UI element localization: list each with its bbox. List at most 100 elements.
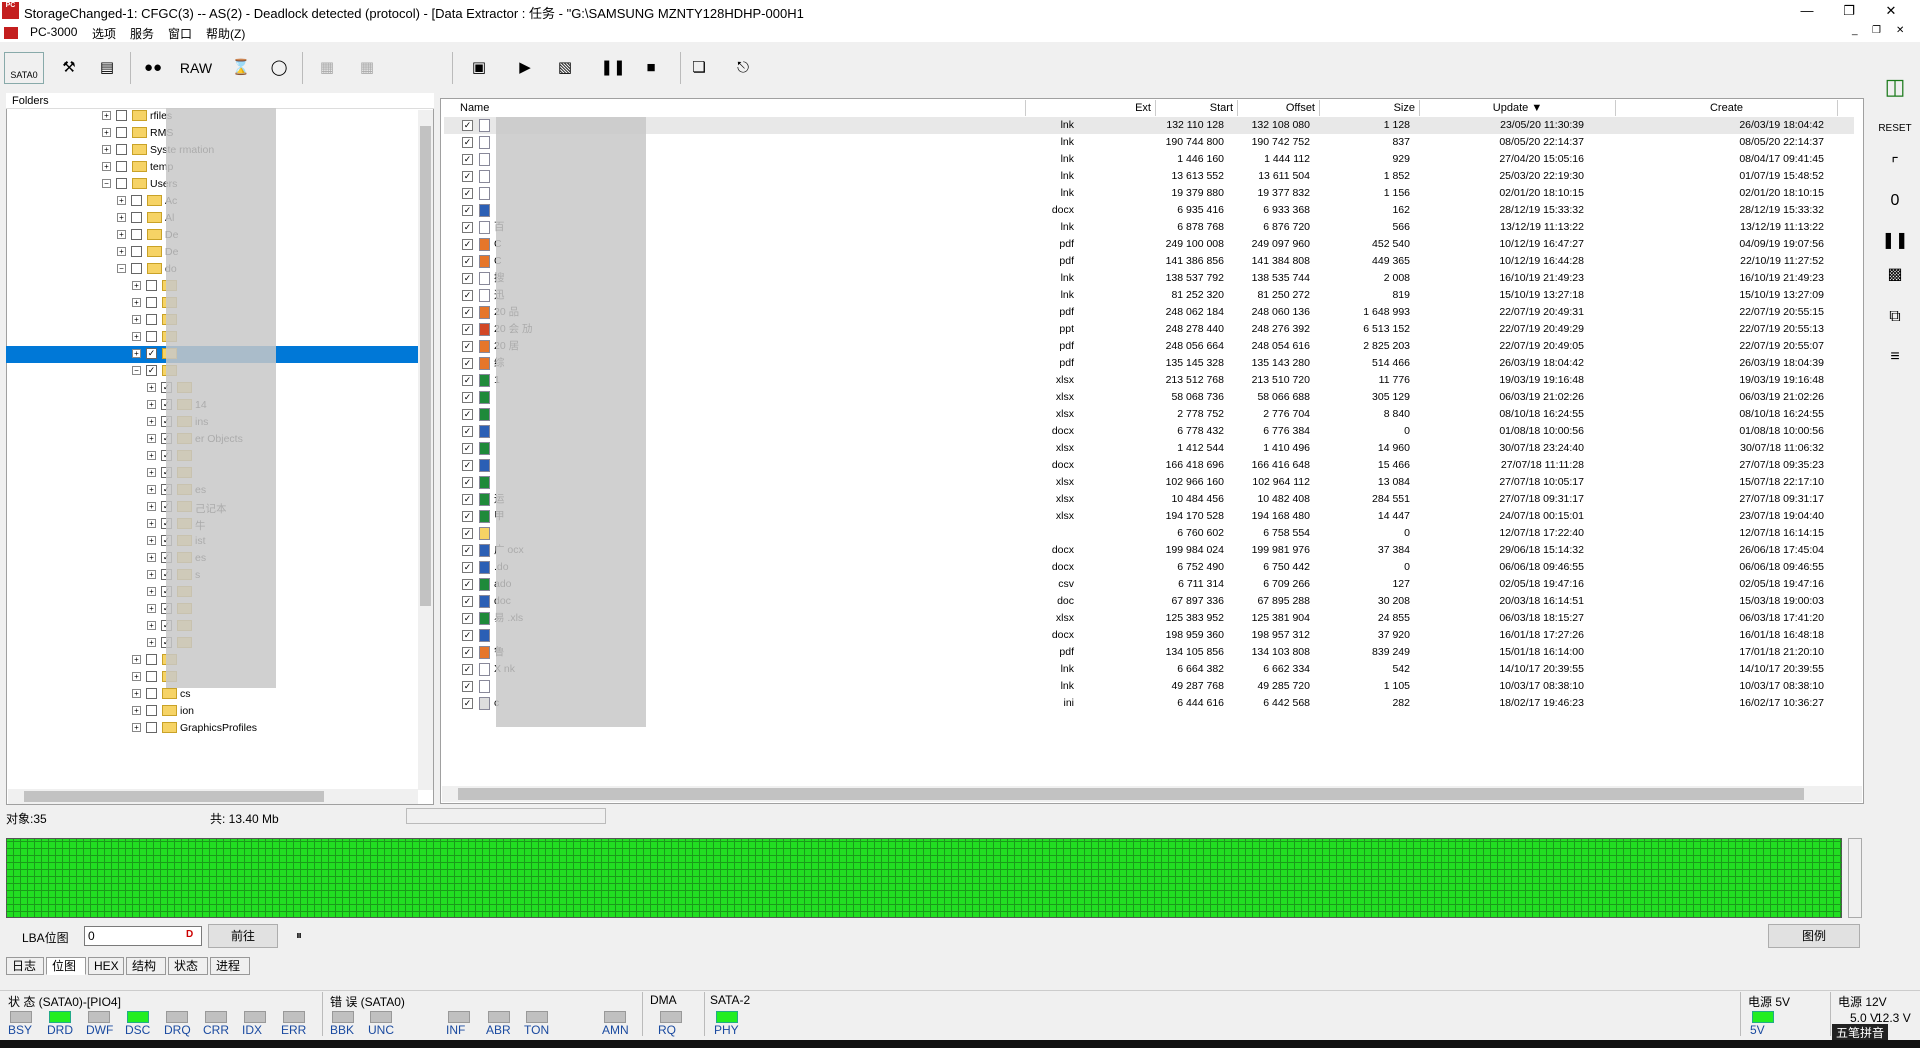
expand-icon[interactable]: + <box>117 213 126 222</box>
expand-icon[interactable]: + <box>117 196 126 205</box>
expand-icon[interactable]: + <box>147 417 156 426</box>
tab-1[interactable]: 位图 <box>46 957 86 975</box>
expand-icon[interactable]: + <box>147 519 156 528</box>
file-checkbox[interactable]: ✓ <box>462 290 473 301</box>
document-icon[interactable]: ▤ <box>90 52 124 84</box>
raw-button[interactable]: RAW <box>174 52 218 84</box>
pause-icon[interactable]: ❚❚ <box>596 52 630 84</box>
expand-icon[interactable]: + <box>132 281 141 290</box>
exit-icon[interactable]: ⎋ <box>726 52 760 84</box>
file-row[interactable]: ✓ docx 198 959 360 198 957 312 37 920 16/01/1… <box>444 627 1854 644</box>
file-checkbox[interactable]: ✓ <box>462 664 473 675</box>
file-row[interactable]: ✓ lnk 1 446 160 1 444 112 929 27/04/20 15:05:… <box>444 151 1854 168</box>
file-row[interactable]: ✓ lnk 190 744 800 190 742 752 837 08/05/20 22… <box>444 134 1854 151</box>
tab-4[interactable]: 状态 <box>168 957 208 975</box>
file-row[interactable]: ✓ docx 6 935 416 6 933 368 162 28/12/19 15:33… <box>444 202 1854 219</box>
mdi-close-icon[interactable]: ✕ <box>1896 25 1904 36</box>
file-row[interactable]: ✓搜lnk138 537 792138 535 7442 00816/10/19… <box>444 270 1854 287</box>
expand-icon[interactable]: + <box>147 502 156 511</box>
expand-icon[interactable]: + <box>147 638 156 647</box>
legend-button[interactable]: 图例 <box>1768 924 1860 948</box>
expand-icon[interactable]: + <box>132 655 141 664</box>
expand-icon[interactable]: + <box>102 128 111 137</box>
zero-icon[interactable]: 0 <box>1878 186 1912 216</box>
file-checkbox[interactable]: ✓ <box>462 494 473 505</box>
tab-0[interactable]: 日志 <box>6 957 44 975</box>
file-checkbox[interactable]: ✓ <box>462 528 473 539</box>
file-checkbox[interactable]: ✓ <box>462 681 473 692</box>
file-row[interactable]: ✓迅lnk81 252 32081 250 27281915/10/19 13:… <box>444 287 1854 304</box>
expand-icon[interactable]: + <box>132 689 141 698</box>
folder-checkbox[interactable] <box>146 671 157 682</box>
file-checkbox[interactable]: ✓ <box>462 579 473 590</box>
file-row[interactable]: ✓1xlsx213 512 768213 510 72011 77619/03/… <box>444 372 1854 389</box>
folder-checkbox[interactable] <box>146 331 157 342</box>
folder-checkbox[interactable] <box>146 705 157 716</box>
power-switch-icon[interactable]: ⌜ <box>1878 150 1912 180</box>
file-row[interactable]: ✓ 6 760 602 6 758 554 0 12/07/18 17:22:40 12/… <box>444 525 1854 542</box>
file-checkbox[interactable]: ✓ <box>462 256 473 267</box>
file-checkbox[interactable]: ✓ <box>462 171 473 182</box>
copy-icon[interactable]: ⧉ <box>1878 302 1912 332</box>
expand-icon[interactable]: + <box>147 587 156 596</box>
file-checkbox[interactable]: ✓ <box>462 443 473 454</box>
hourglass-icon[interactable]: ⌛ <box>224 52 258 84</box>
menu-window[interactable]: 窗口 <box>168 25 192 42</box>
file-row[interactable]: ✓ xlsx 58 068 736 58 066 688 305 129 06/03/19… <box>444 389 1854 406</box>
file-checkbox[interactable]: ✓ <box>462 511 473 522</box>
folder-checkbox[interactable] <box>131 263 142 274</box>
expand-icon[interactable]: + <box>102 111 111 120</box>
file-checkbox[interactable]: ✓ <box>462 358 473 369</box>
folder-checkbox[interactable] <box>131 195 142 206</box>
file-checkbox[interactable]: ✓ <box>462 647 473 658</box>
app-menu-icon[interactable] <box>4 27 18 39</box>
expand-icon[interactable]: + <box>132 315 141 324</box>
file-checkbox[interactable]: ✓ <box>462 613 473 624</box>
file-row[interactable]: ✓综pdf135 145 328135 143 280514 46626/03/… <box>444 355 1854 372</box>
file-checkbox[interactable]: ✓ <box>462 562 473 573</box>
file-row[interactable]: ✓鲁pdf134 105 856134 103 808839 24915/01/… <box>444 644 1854 661</box>
tab-3[interactable]: 结构 <box>126 957 166 975</box>
folder-checkbox[interactable] <box>116 110 127 121</box>
folder-checkbox[interactable] <box>116 178 127 189</box>
expand-icon[interactable]: + <box>147 434 156 443</box>
file-checkbox[interactable]: ✓ <box>462 596 473 607</box>
col-create[interactable]: Create <box>1616 100 1838 116</box>
disk-stack-icon[interactable]: ◫ <box>1878 72 1912 102</box>
file-row[interactable]: ✓ docx 6 778 432 6 776 384 0 01/08/18 10:00:5… <box>444 423 1854 440</box>
file-checkbox[interactable]: ✓ <box>462 630 473 641</box>
file-checkbox[interactable]: ✓ <box>462 273 473 284</box>
side-pause-icon[interactable]: ❚❚ <box>1878 226 1912 256</box>
reset-icon[interactable]: RESET <box>1878 114 1912 144</box>
col-offset[interactable]: Offset <box>1238 100 1320 116</box>
file-row[interactable]: ✓ xlsx 2 778 752 2 776 704 8 840 08/10/18 16:… <box>444 406 1854 423</box>
file-row[interactable]: ✓X nklnk6 664 3826 662 33454214/10/17 20… <box>444 661 1854 678</box>
file-checkbox[interactable]: ✓ <box>462 154 473 165</box>
file-row[interactable]: ✓ xlsx 1 412 544 1 410 496 14 960 30/07/18 23… <box>444 440 1854 457</box>
expand-icon[interactable]: + <box>147 570 156 579</box>
close-button[interactable]: ✕ <box>1868 0 1914 22</box>
file-row[interactable]: ✓20 居pdf248 056 664248 054 6162 825 2032… <box>444 338 1854 355</box>
expand-icon[interactable]: + <box>147 553 156 562</box>
collapse-icon[interactable]: − <box>117 264 126 273</box>
file-row[interactable]: ✓Cpdf249 100 008249 097 960452 54010/12/… <box>444 236 1854 253</box>
windows-icon[interactable]: ❏ <box>682 52 716 84</box>
expand-icon[interactable]: + <box>102 145 111 154</box>
folder-tree-item[interactable]: + ion <box>6 703 418 720</box>
expand-icon[interactable]: + <box>147 485 156 494</box>
maximize-button[interactable]: ❐ <box>1826 0 1872 22</box>
folder-checkbox[interactable] <box>116 144 127 155</box>
expand-icon[interactable]: + <box>117 247 126 256</box>
file-row[interactable]: ✓ 运xlsx10 484 45610 482 408284 55127/07/… <box>444 491 1854 508</box>
file-row[interactable]: ✓ docx 166 418 696 166 416 648 15 466 27/07/1… <box>444 457 1854 474</box>
file-row[interactable]: ✓20 品pdf248 062 184248 060 1361 648 9932… <box>444 304 1854 321</box>
menu-options[interactable]: 选项 <box>92 25 116 42</box>
file-checkbox[interactable]: ✓ <box>462 375 473 386</box>
file-row[interactable]: ✓ xlsx 102 966 160 102 964 112 13 084 27/07/1… <box>444 474 1854 491</box>
folder-checkbox[interactable] <box>116 161 127 172</box>
stop-icon[interactable]: ■ <box>634 52 668 84</box>
binoculars-icon[interactable]: ●● <box>136 52 170 84</box>
file-checkbox[interactable]: ✓ <box>462 341 473 352</box>
folder-checkbox[interactable] <box>131 229 142 240</box>
sata0-button[interactable]: SATA0 <box>4 52 44 84</box>
